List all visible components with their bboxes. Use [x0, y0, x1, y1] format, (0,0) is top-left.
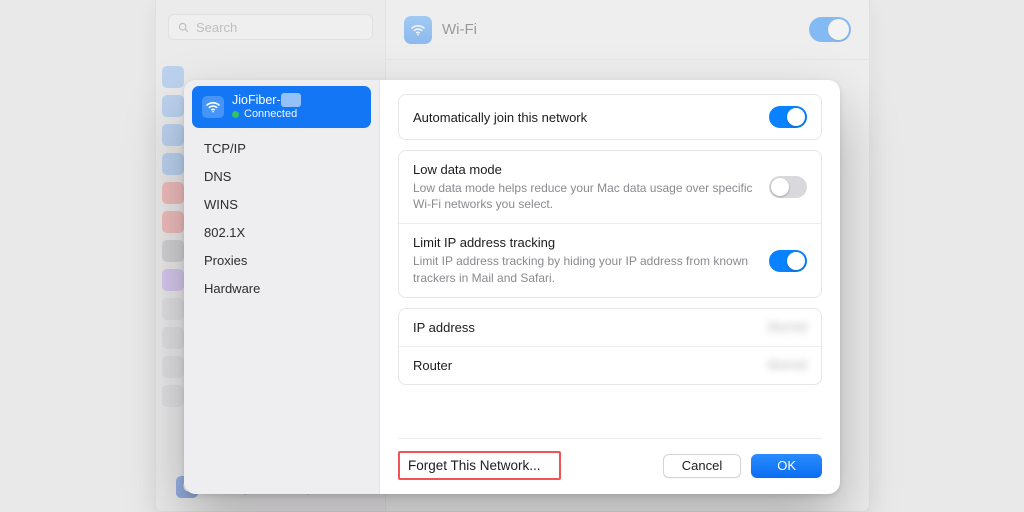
settings-card-1: Automatically join this network [398, 94, 822, 140]
sidebar-tab-dns[interactable]: DNS [184, 162, 379, 190]
sheet-sidebar: JioFiber-XX Connected TCP/IPDNSWINS802.1… [184, 80, 380, 494]
network-details-sheet: JioFiber-XX Connected TCP/IPDNSWINS802.1… [184, 80, 840, 494]
row-title: Automatically join this network [413, 110, 757, 125]
row-title: Limit IP address tracking [413, 235, 757, 250]
sidebar-item-network[interactable]: JioFiber-XX Connected [192, 86, 371, 128]
row-low-data: Low data mode Low data mode helps reduce… [399, 151, 821, 223]
network-status: Connected [232, 108, 301, 121]
row-auto-join: Automatically join this network [399, 95, 821, 139]
row-ip-address: IP address blurred [399, 309, 821, 346]
row-title: Router [413, 358, 715, 373]
sidebar-tab-wins[interactable]: WINS [184, 190, 379, 218]
router-value: blurred [727, 358, 807, 372]
row-limit-ip: Limit IP address tracking Limit IP addre… [399, 223, 821, 296]
settings-card-3: IP address blurred Router blurred [398, 308, 822, 385]
sidebar-tab-8021x[interactable]: 802.1X [184, 218, 379, 246]
settings-card-2: Low data mode Low data mode helps reduce… [398, 150, 822, 298]
row-desc: Low data mode helps reduce your Mac data… [413, 180, 753, 212]
sheet-main: Automatically join this network Low data… [380, 80, 840, 494]
sidebar-tab-proxies[interactable]: Proxies [184, 246, 379, 274]
sidebar-tab-tcpip[interactable]: TCP/IP [184, 134, 379, 162]
limit-ip-toggle[interactable] [769, 250, 807, 272]
sidebar-tab-hardware[interactable]: Hardware [184, 274, 379, 302]
wifi-icon [202, 96, 224, 118]
auto-join-toggle[interactable] [769, 106, 807, 128]
ok-button[interactable]: OK [751, 454, 822, 478]
cancel-button[interactable]: Cancel [663, 454, 741, 478]
status-dot-icon [232, 111, 239, 118]
network-ssid: JioFiber-XX [232, 93, 301, 107]
ip-address-value: blurred [727, 320, 807, 334]
row-router: Router blurred [399, 346, 821, 384]
row-title: IP address [413, 320, 715, 335]
row-desc: Limit IP address tracking by hiding your… [413, 253, 753, 285]
sheet-footer: Forget This Network... Cancel OK [398, 438, 822, 480]
forget-network-button[interactable]: Forget This Network... [398, 451, 561, 480]
low-data-toggle[interactable] [769, 176, 807, 198]
row-title: Low data mode [413, 162, 757, 177]
